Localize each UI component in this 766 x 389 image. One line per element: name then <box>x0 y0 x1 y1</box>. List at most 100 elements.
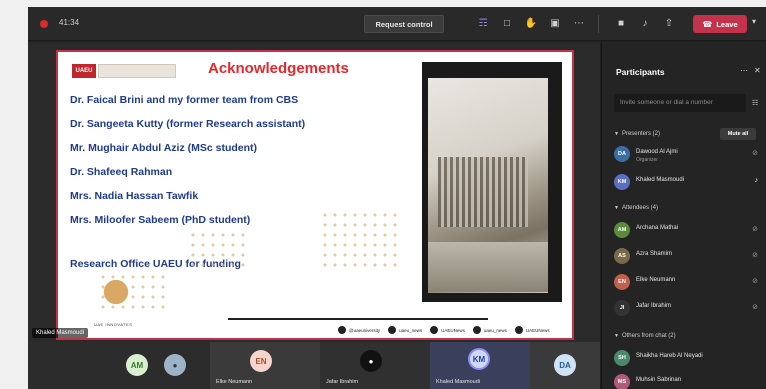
participant-name: Muhsin Sabrinan <box>636 377 682 383</box>
others-section-header[interactable]: ▼ Others from chat (2) <box>614 333 676 339</box>
close-icon[interactable]: ✕ <box>754 66 761 75</box>
slide-title: Acknowledgements <box>208 60 349 77</box>
ack-line: Mrs. Miloofer Sabeem (PhD student) <box>70 214 251 226</box>
participant-name: Jafar Ibrahim <box>636 303 672 309</box>
avatar: SH <box>614 350 630 366</box>
teams-meeting-window: 41:34 Request control ☶ □ ✋ ▣ ⋯ ■ ♪ ⇧ ☎ … <box>28 7 766 389</box>
avatar: EN <box>250 350 272 372</box>
people-icon[interactable]: ☶ <box>476 17 490 31</box>
building-plaza <box>428 242 548 292</box>
presenter-name-label: Khaled Masmoudi <box>32 328 89 338</box>
phone-icon: ☎ <box>702 19 713 29</box>
social-handle: UAEUNews <box>514 326 550 334</box>
participant-tile[interactable]: AM ● <box>118 342 210 389</box>
leave-label: Leave <box>716 19 738 29</box>
more-options-icon[interactable]: ⋯ <box>740 66 748 75</box>
avatar: EN <box>614 274 630 290</box>
avatar: DA <box>554 354 576 376</box>
participant-row[interactable]: AS Azra Shamim ⊘ <box>614 248 764 266</box>
chevron-down-icon[interactable]: ▾ <box>752 17 756 26</box>
uae-innovates-logo <box>94 274 138 314</box>
ack-line: Mr. Mughair Abdul Aziz (MSc student) <box>70 142 258 154</box>
chevron-down-icon: ▼ <box>614 333 619 339</box>
avatar: KM <box>468 348 490 370</box>
slide-footer-rule <box>228 318 488 320</box>
uae-innovates-label: UAE INNOVATES <box>94 322 133 327</box>
ack-line: Mrs. Nadia Hassan Tawfik <box>70 190 199 202</box>
mute-all-button[interactable]: Mute all <box>720 128 756 140</box>
social-handles: @uaeuniversity uaeu_news UAEUNews uaeu_n… <box>338 326 550 334</box>
invite-search-input[interactable]: Invite someone or dial a number <box>614 94 746 112</box>
social-handle: uaeu_news <box>472 326 507 334</box>
mic-muted-icon: ⊘ <box>752 304 758 311</box>
ack-line: Dr. Sangeeta Kutty (former Research assi… <box>70 118 306 130</box>
participant-row[interactable]: JI Jafar Ibrahim ⊘ <box>614 300 764 318</box>
panel-title: Participants <box>616 67 665 77</box>
mic-icon[interactable]: ♪ <box>638 17 652 31</box>
social-handle: @uaeuniversity <box>338 326 380 334</box>
avatar: MS <box>614 374 630 389</box>
participant-name: Azra Shamim <box>636 251 673 257</box>
decorative-dots <box>320 210 400 270</box>
rooms-icon[interactable]: ▣ <box>548 17 562 31</box>
attendees-section-header[interactable]: ▼ Attendees (4) <box>614 205 658 211</box>
participants-panel: Participants ⋯ ✕ Invite someone or dial … <box>601 42 766 389</box>
request-control-button[interactable]: Request control <box>364 15 444 33</box>
dialpad-icon[interactable]: ☷ <box>752 99 758 107</box>
participant-tile-active-speaker[interactable]: KM Khaled Masmoudi <box>430 342 530 389</box>
camera-icon[interactable]: ■ <box>614 17 628 31</box>
avatar: AS <box>614 248 630 264</box>
participant-tile[interactable]: DA <box>530 342 600 389</box>
presenters-section-header[interactable]: ▼ Presenters (2) <box>614 131 660 137</box>
meeting-toolbar: 41:34 Request control ☶ □ ✋ ▣ ⋯ ■ ♪ ⇧ ☎ … <box>28 7 766 41</box>
participant-name: Elke Neumann <box>636 277 676 283</box>
more-icon[interactable]: ⋯ <box>572 17 586 31</box>
social-handle: UAEUNews <box>430 326 465 334</box>
facebook-icon <box>514 326 523 334</box>
participant-name: Dawood Al Ajmi <box>636 149 678 155</box>
youtube-icon <box>430 326 439 334</box>
avatar: JI <box>614 300 630 316</box>
participant-role: Organizer <box>636 157 658 163</box>
participant-row[interactable]: DA Dawood Al Ajmi Organizer ⊘ <box>614 146 764 164</box>
participant-name: Elke Neumann <box>216 379 253 385</box>
chat-icon[interactable]: □ <box>500 17 514 31</box>
participant-row[interactable]: KM Khaled Masmoudi ♪ <box>614 174 764 192</box>
share-icon[interactable]: ⇧ <box>662 17 676 31</box>
avatar: KM <box>614 174 630 190</box>
mic-muted-icon: ⊘ <box>752 150 758 157</box>
presentation-slide: UAEU Acknowledgements Dr. Faical Brini a… <box>56 50 574 340</box>
mic-muted-icon: ⊘ <box>752 226 758 233</box>
background-edge <box>0 0 28 389</box>
leave-button[interactable]: ☎ Leave <box>693 15 747 33</box>
uaeu-logo-seal <box>98 64 176 78</box>
snapchat-icon <box>472 326 481 334</box>
chevron-down-icon: ▼ <box>614 205 619 211</box>
participant-row[interactable]: SH Shaikha Hareb Al Neyadi <box>614 350 764 368</box>
avatar: AM <box>126 354 148 376</box>
participant-row[interactable]: AM Archana Mathai ⊘ <box>614 222 764 240</box>
uaeu-logo-text: UAEU <box>72 64 96 78</box>
recording-icon <box>40 20 48 28</box>
participant-name: Khaled Masmoudi <box>436 379 481 385</box>
raise-hand-icon[interactable]: ✋ <box>524 17 538 31</box>
twitter-icon <box>388 326 397 334</box>
meeting-timer: 41:34 <box>59 18 80 27</box>
avatar: DA <box>614 146 630 162</box>
decorative-dots <box>188 230 248 270</box>
participant-name: Archana Mathai <box>636 225 679 231</box>
participant-name: Shaikha Hareb Al Neyadi <box>636 353 703 359</box>
participant-tile[interactable]: EN Elke Neumann <box>210 342 320 389</box>
avatar: ● <box>164 354 186 376</box>
participant-name: Jafar Ibrahim <box>326 379 359 385</box>
building-facade <box>438 157 528 227</box>
mic-muted-icon: ⊘ <box>752 278 758 285</box>
avatar: AM <box>614 222 630 238</box>
participant-row[interactable]: MS Muhsin Sabrinan <box>614 374 764 389</box>
participant-tile[interactable]: ● Jafar Ibrahim <box>320 342 430 389</box>
toolbar-divider <box>598 15 599 33</box>
participant-row[interactable]: EN Elke Neumann ⊘ <box>614 274 764 292</box>
uaeu-logo: UAEU <box>72 62 176 80</box>
social-handle: uaeu_news <box>388 326 422 334</box>
building-photo-frame <box>422 62 562 302</box>
